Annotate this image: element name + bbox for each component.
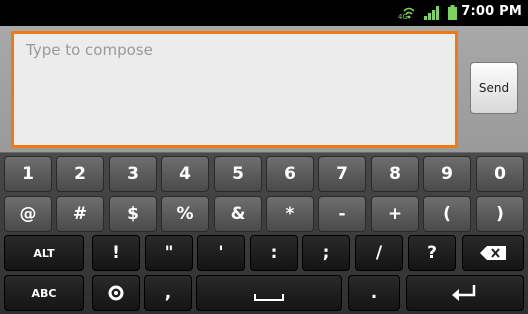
key-asterisk[interactable]: * [266,196,314,232]
enter-icon [452,285,478,301]
key-colon[interactable]: : [250,235,298,271]
space-bar-icon [254,294,284,302]
key-hash[interactable]: # [56,196,104,232]
gear-icon [108,285,124,301]
key-label: ( [443,204,451,224]
compose-placeholder: Type to compose [26,41,153,59]
key-dollar[interactable]: $ [109,196,157,232]
key-label: 4 [179,164,191,184]
key-period[interactable]: . [348,275,400,311]
key-label: 0 [494,164,506,184]
key-exclamation[interactable]: ! [92,235,140,271]
key-ampersand[interactable]: & [214,196,262,232]
key-label: . [370,283,378,303]
key-label: 6 [284,164,296,184]
key-3[interactable]: 3 [109,156,157,192]
key-label: ALT [33,246,55,260]
key-5[interactable]: 5 [214,156,262,192]
key-label: 1 [22,164,34,184]
key-label: 3 [127,164,139,184]
key-label: # [72,204,88,224]
key-label: 8 [389,164,401,184]
key-alt[interactable]: ALT [4,235,84,271]
compose-area: Type to compose Send [0,26,528,152]
send-button[interactable]: Send [470,62,518,114]
battery-icon [448,5,457,24]
key-abc[interactable]: ABC [4,275,84,311]
backspace-key[interactable] [462,235,524,271]
key-slash[interactable]: / [355,235,403,271]
key-label: " [164,243,174,263]
key-label: / [375,243,383,263]
status-clock: 7:00 PM [461,4,522,19]
key-8[interactable]: 8 [371,156,419,192]
key-1[interactable]: 1 [4,156,52,192]
key-label: $ [127,204,139,224]
key-label: % [176,204,194,224]
key-label: 7 [336,164,348,184]
key-label: : [270,243,278,263]
data-wifi-icon: 4G [398,5,415,24]
keyboard: 1 2 3 4 5 6 7 8 9 0 @ # $% & * - + () ALT! " ':; /? ABC,. [0,152,528,314]
key-label: 5 [232,164,244,184]
key-percent[interactable]: % [161,196,209,232]
key-plus[interactable]: + [371,196,419,232]
key-label: , [164,283,172,303]
key-0[interactable]: 0 [476,156,524,192]
key-semicolon[interactable]: ; [302,235,350,271]
space-key[interactable] [196,275,342,311]
key-label: ? [427,243,437,263]
key-double-quote[interactable]: " [145,235,193,271]
key-label: - [338,204,346,224]
key-2[interactable]: 2 [56,156,104,192]
key-label: ABC [31,286,57,300]
key-label: & [230,204,246,224]
key-label: + [387,204,403,224]
key-left-paren[interactable]: ( [423,196,471,232]
enter-key[interactable] [406,275,524,311]
key-label: @ [19,204,37,224]
key-label: ' [218,243,224,263]
compose-field[interactable]: Type to compose [11,31,458,148]
key-apostrophe[interactable]: ' [197,235,245,271]
key-4[interactable]: 4 [161,156,209,192]
key-question[interactable]: ? [408,235,456,271]
key-minus[interactable]: - [318,196,366,232]
key-label: ; [322,243,330,263]
backspace-icon [480,246,506,260]
key-7[interactable]: 7 [318,156,366,192]
key-9[interactable]: 9 [423,156,471,192]
key-at[interactable]: @ [4,196,52,232]
key-label: ) [496,204,504,224]
key-label: 9 [441,164,453,184]
key-right-paren[interactable]: ) [476,196,524,232]
key-label: ! [112,243,120,263]
key-label: * [285,204,295,224]
signal-icon [424,5,440,24]
key-label: 2 [74,164,86,184]
key-6[interactable]: 6 [266,156,314,192]
status-bar: 4G 7:00 PM [0,0,528,26]
key-comma[interactable]: , [144,275,192,311]
settings-key[interactable] [92,275,140,311]
